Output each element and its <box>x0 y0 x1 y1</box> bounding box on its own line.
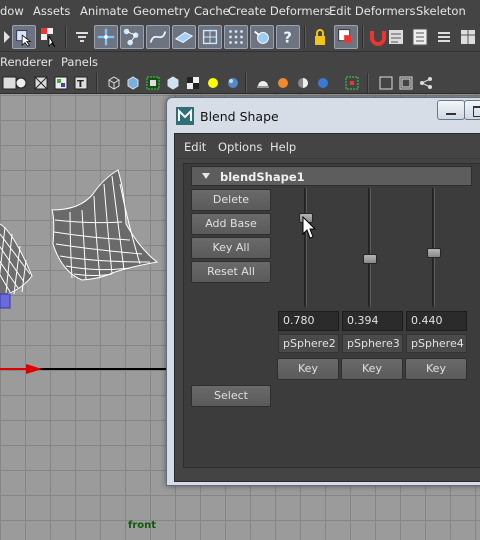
menu-geometry-cache[interactable]: Geometry Cache <box>133 4 230 18</box>
smooth-shade-icon[interactable] <box>13 75 29 91</box>
rotate-sphere-icon[interactable] <box>250 25 274 49</box>
target-name: pSphere3 <box>342 334 403 353</box>
share-icon[interactable] <box>418 75 434 91</box>
svg-text:?: ? <box>283 30 292 47</box>
weight-field[interactable]: 0.440 <box>406 311 467 331</box>
menu-edit[interactable]: Edit <box>184 140 206 154</box>
weight-slider-track[interactable] <box>304 188 307 307</box>
menu-skeleton[interactable]: Skeleton <box>416 4 466 18</box>
menu-window[interactable]: dow <box>0 4 24 18</box>
cube-textured-icon[interactable] <box>165 75 181 91</box>
shadows-icon[interactable] <box>255 75 271 91</box>
weight-slider-handle[interactable] <box>363 254 377 264</box>
checker-icon[interactable] <box>185 75 201 91</box>
viewport-camera-label: front <box>128 520 157 531</box>
window-body: Edit Options Help blendShape1 Delete Add… <box>174 133 480 482</box>
mouse-cursor-icon <box>302 216 316 239</box>
history-icon[interactable] <box>408 25 432 49</box>
menu-divider <box>175 158 480 159</box>
text-icon[interactable]: T <box>73 75 89 91</box>
add-base-button[interactable]: Add Base <box>191 213 271 235</box>
target-name: pSphere2 <box>278 334 339 353</box>
two-view-icon[interactable] <box>398 75 414 91</box>
key-button[interactable]: Key <box>405 358 467 380</box>
weight-slider-handle[interactable] <box>427 248 441 258</box>
blendshape-frame-header[interactable]: blendShape1 <box>191 166 472 186</box>
reset-all-button[interactable]: Reset All <box>191 261 271 283</box>
component-icon[interactable] <box>334 25 358 49</box>
lasso-tool-icon[interactable] <box>12 25 36 49</box>
toolbar-separator <box>367 73 369 93</box>
blend-shape-panel: blendShape1 Delete Add Base Key All Rese… <box>183 163 480 468</box>
key-all-button[interactable]: Key All <box>191 237 271 259</box>
toolbar-separator <box>65 26 67 48</box>
attribute-icon[interactable] <box>432 25 456 49</box>
wireframe-mesh-target[interactable] <box>51 169 159 281</box>
resolution-gate-icon[interactable] <box>344 75 360 91</box>
menu-panels[interactable]: Panels <box>61 55 98 69</box>
menu-renderer[interactable]: Renderer <box>0 55 53 69</box>
texture-icon[interactable] <box>53 75 69 91</box>
target-name: pSphere4 <box>406 334 467 353</box>
maya-icon <box>176 107 194 125</box>
anti-alias-icon[interactable] <box>315 75 331 91</box>
isolate-select-icon[interactable] <box>145 75 161 91</box>
move-icon[interactable] <box>94 25 118 49</box>
menu-assets[interactable]: Assets <box>33 4 70 18</box>
minimize-button[interactable] <box>437 100 465 120</box>
toolbar-separator <box>96 73 98 93</box>
snap-icon[interactable] <box>384 25 408 49</box>
sculpt-icon[interactable] <box>70 25 94 49</box>
toolbar-separator <box>304 26 306 48</box>
window-title: Blend Shape <box>200 109 279 124</box>
plane-icon[interactable] <box>172 25 196 49</box>
delete-button[interactable]: Delete <box>191 189 271 211</box>
curve-icon[interactable] <box>146 25 170 49</box>
svg-text:T: T <box>77 79 84 90</box>
panel-menu-bar: Renderer Panels <box>0 52 480 72</box>
selection-manipulator[interactable] <box>0 293 11 309</box>
wireframe-mesh-left[interactable] <box>0 222 33 298</box>
weight-field[interactable]: 0.780 <box>278 311 339 331</box>
xray-icon[interactable] <box>33 75 49 91</box>
main-menu-bar: dow Assets Animate Geometry Cache Create… <box>0 0 480 22</box>
lattice-icon[interactable] <box>198 25 222 49</box>
ambient-occlusion-icon[interactable] <box>275 75 291 91</box>
toolbar-separator <box>362 26 364 48</box>
single-view-icon[interactable] <box>378 75 394 91</box>
panel-toolbar: T <box>0 72 480 94</box>
cube-shaded-icon[interactable] <box>125 75 141 91</box>
light-icon[interactable] <box>205 75 221 91</box>
menu-create-deformers[interactable]: Create Deformers <box>228 4 330 18</box>
motion-blur-icon[interactable] <box>295 75 311 91</box>
collapse-arrow-icon[interactable] <box>202 173 210 179</box>
channel-box-icon[interactable] <box>456 25 480 49</box>
default-light-icon[interactable] <box>225 75 241 91</box>
help-icon[interactable]: ? <box>276 25 300 49</box>
toolbar-separator <box>245 73 247 93</box>
key-button[interactable]: Key <box>341 358 403 380</box>
menu-animate[interactable]: Animate <box>80 4 128 18</box>
cluster-icon[interactable] <box>224 25 248 49</box>
key-button[interactable]: Key <box>277 358 339 380</box>
menu-options[interactable]: Options <box>218 140 262 154</box>
main-toolbar: ? <box>0 22 480 52</box>
weight-field[interactable]: 0.394 <box>342 311 403 331</box>
weight-slider-track[interactable] <box>368 188 371 307</box>
blend-shape-window: Blend Shape Edit Options Help blendShape… <box>166 97 480 486</box>
joint-icon[interactable] <box>120 25 144 49</box>
cube-wire-icon[interactable] <box>106 75 122 91</box>
select-button[interactable]: Select <box>191 385 271 407</box>
menu-help[interactable]: Help <box>270 140 296 154</box>
maximize-button[interactable] <box>464 100 480 120</box>
paint-select-icon[interactable] <box>38 25 62 49</box>
lock-icon[interactable] <box>308 25 332 49</box>
blendshape-node-name: blendShape1 <box>220 170 305 184</box>
x-axis-arrow-icon <box>26 364 42 374</box>
menu-edit-deformers[interactable]: Edit Deformers <box>329 4 415 18</box>
